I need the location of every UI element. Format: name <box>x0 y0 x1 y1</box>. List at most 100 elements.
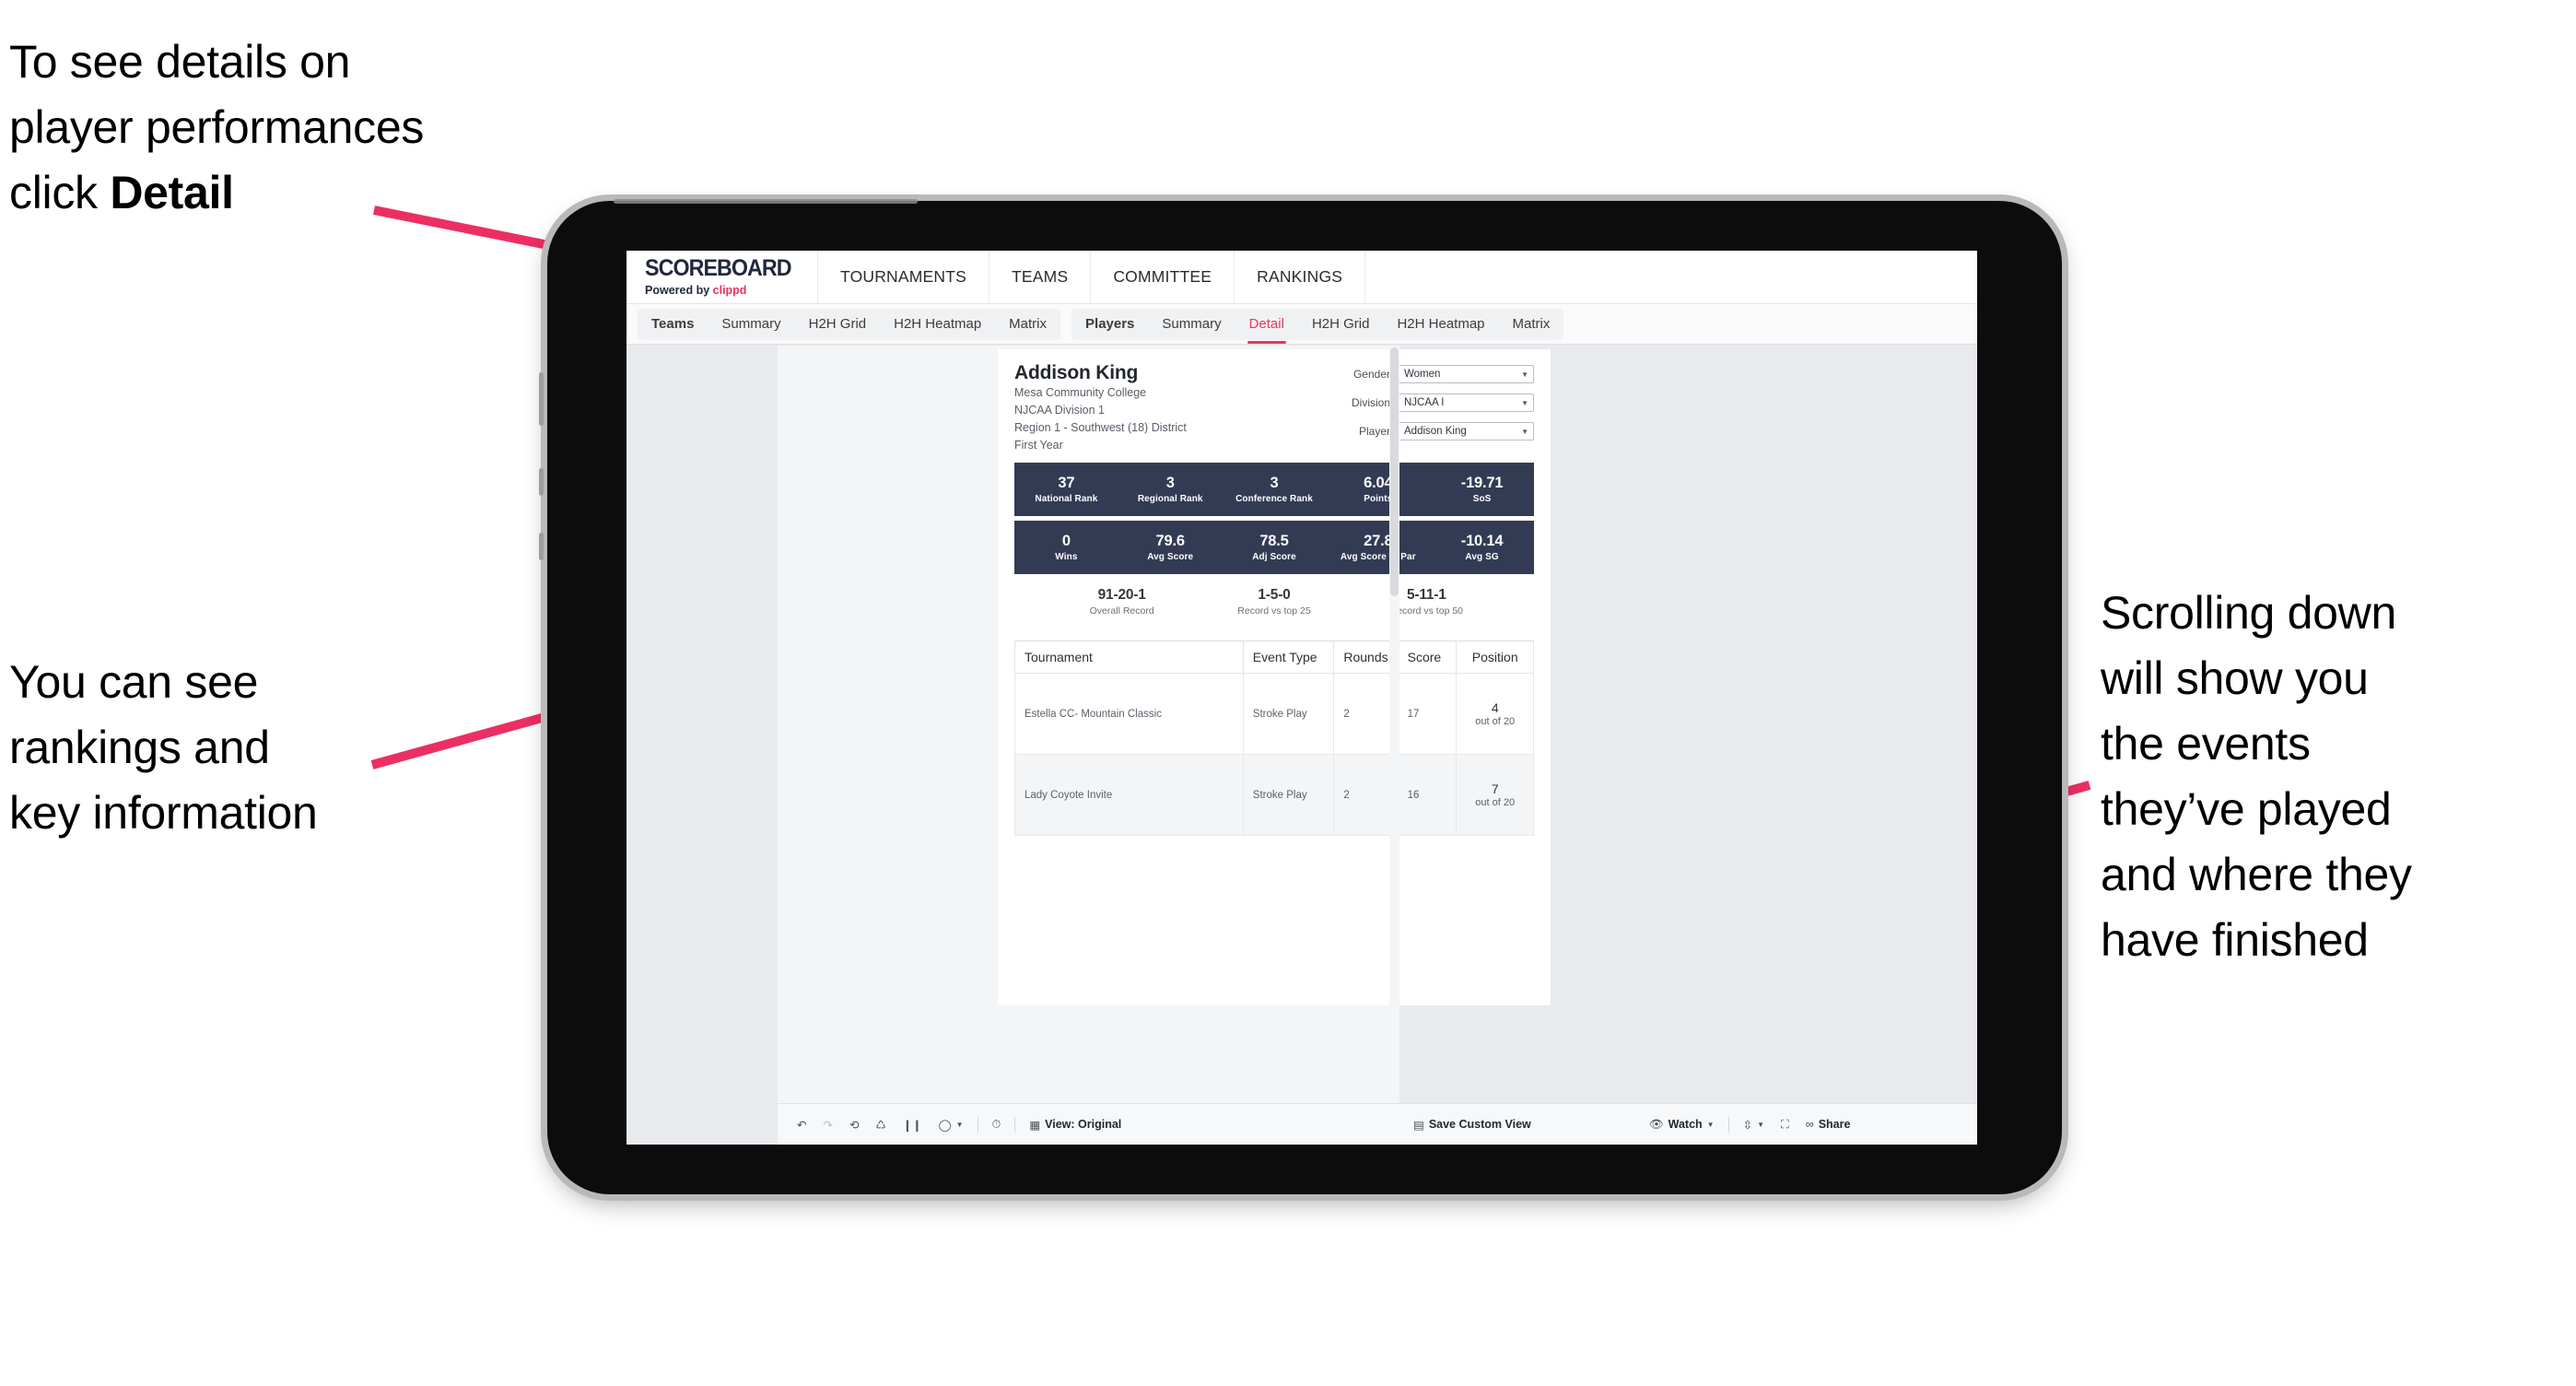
stat-value: 27.8 <box>1364 533 1393 550</box>
highlight-button[interactable]: ◯ ▼ <box>931 1118 972 1132</box>
tablet-button-2 <box>539 468 544 496</box>
player-school: Mesa Community College <box>1014 386 1147 399</box>
stat-label: Regional Rank <box>1137 493 1203 504</box>
fullscreen-button[interactable]: ⛶ <box>1773 1118 1797 1132</box>
tab-team-h2h-heatmap[interactable]: H2H Heatmap <box>880 309 995 340</box>
events-table-body: Estella CC- Mountain Classic Stroke Play… <box>1014 673 1534 836</box>
tab-team-summary[interactable]: Summary <box>708 309 794 340</box>
view-icon: ▦ <box>1029 1118 1041 1132</box>
chevron-down-icon: ▼ <box>1521 370 1528 379</box>
toolbar-divider <box>1727 1116 1729 1133</box>
tab-player-h2h-grid[interactable]: H2H Grid <box>1298 309 1384 340</box>
tab-teams-lead[interactable]: Teams <box>638 309 708 340</box>
player-name: Addison King <box>1014 362 1139 383</box>
download-button[interactable]: ⇳ ▼ <box>1735 1118 1773 1132</box>
filter-row-gender: Gender Women ▼ <box>1331 365 1534 383</box>
format-button[interactable]: ⏱ <box>984 1118 1010 1132</box>
tablet-volume-button <box>539 372 544 426</box>
col-header-score[interactable]: Score <box>1397 640 1458 674</box>
table-row[interactable]: Estella CC- Mountain Classic Stroke Play… <box>1014 673 1534 755</box>
download-icon: ⇳ <box>1742 1118 1753 1132</box>
record-vs-top-50: 5-11-1 Record vs top 50 <box>1351 587 1503 617</box>
nav-tournaments[interactable]: TOURNAMENTS <box>818 251 990 303</box>
revert-icon: ⟲ <box>849 1118 860 1132</box>
col-header-event-type[interactable]: Event Type <box>1242 640 1335 674</box>
stat-value: 3 <box>1270 475 1279 492</box>
record-label: Record vs top 25 <box>1237 605 1311 617</box>
redo-button[interactable]: ↷ <box>814 1118 840 1132</box>
fullscreen-icon: ⛶ <box>1781 1117 1789 1131</box>
vertical-scrollbar[interactable] <box>1389 346 1399 1103</box>
app-top-nav: SCOREBOARD Powered by clippd TOURNAMENTS… <box>626 251 1977 304</box>
tab-team-h2h-grid[interactable]: H2H Grid <box>795 309 881 340</box>
division-select[interactable]: NJCAA I ▼ <box>1398 393 1534 412</box>
powered-by-text: Powered by <box>645 284 713 297</box>
nav-committee[interactable]: COMMITTEE <box>1091 251 1235 303</box>
player-select[interactable]: Addison King ▼ <box>1398 422 1534 440</box>
col-header-position[interactable]: Position <box>1456 640 1534 674</box>
revert-button[interactable]: ⟲ <box>841 1118 867 1132</box>
tab-player-detail[interactable]: Detail <box>1235 309 1298 344</box>
col-header-rounds[interactable]: Rounds <box>1333 640 1399 674</box>
cell-tournament: Lady Coyote Invite <box>1014 754 1244 836</box>
col-header-tournament[interactable]: Tournament <box>1014 640 1244 674</box>
cell-rounds: 2 <box>1333 754 1399 836</box>
record-value: 1-5-0 <box>1258 587 1291 603</box>
chevron-down-icon: ▼ <box>1757 1120 1764 1129</box>
annotation-top-left: To see details on player performances cl… <box>9 29 636 226</box>
stat-label: Adj Score <box>1252 551 1296 562</box>
position-out-of: out of 20 <box>1475 716 1516 728</box>
stat-avg-score-to-par: 27.8 Avg Score to Par <box>1326 533 1430 561</box>
stat-label: Avg SG <box>1465 551 1499 562</box>
clock-icon: ⏱ <box>991 1117 1001 1131</box>
brand-logo[interactable]: SCOREBOARD Powered by clippd <box>626 251 818 303</box>
tab-player-h2h-heatmap[interactable]: H2H Heatmap <box>1383 309 1498 340</box>
view-original-button[interactable]: ▦ View: Original <box>1021 1118 1130 1132</box>
tab-team-matrix[interactable]: Matrix <box>995 309 1060 340</box>
tablet-button-3 <box>539 533 544 560</box>
stat-label: Points <box>1364 493 1393 504</box>
table-row[interactable]: Lady Coyote Invite Stroke Play 2 16 7 ou… <box>1014 754 1534 836</box>
nav-rankings[interactable]: RANKINGS <box>1235 251 1366 303</box>
tab-players-lead[interactable]: Players <box>1071 309 1148 340</box>
undo-button[interactable]: ↶ <box>789 1118 814 1132</box>
chevron-down-icon: ▼ <box>1706 1120 1715 1129</box>
share-icon: ∞ <box>1805 1118 1814 1131</box>
cell-score: 16 <box>1397 754 1458 836</box>
gender-select[interactable]: Women ▼ <box>1398 365 1534 383</box>
position-out-of: out of 20 <box>1475 797 1516 809</box>
table-header-row: Tournament Event Type Rounds Score Posit… <box>1014 640 1534 674</box>
refresh-button[interactable]: ♺ <box>867 1118 894 1132</box>
annotation-top-left-bold: Detail <box>110 167 234 218</box>
scrollbar-thumb[interactable] <box>1390 347 1399 596</box>
nav-teams[interactable]: TEAMS <box>989 251 1092 303</box>
screenshot-root: To see details on player performances cl… <box>0 0 2576 1386</box>
stat-avg-score: 79.6 Avg Score <box>1118 533 1223 561</box>
report-sheet: Addison King Mesa Community College NJCA… <box>778 346 1551 1103</box>
tablet-speaker <box>614 199 918 204</box>
lasso-icon: ◯ <box>938 1118 952 1132</box>
save-custom-view-button[interactable]: ▤ Save Custom View <box>1405 1118 1540 1132</box>
stat-national-rank: 37 National Rank <box>1014 475 1118 503</box>
share-label: Share <box>1818 1118 1851 1131</box>
cell-event-type: Stroke Play <box>1242 673 1335 755</box>
stat-label: SoS <box>1472 493 1492 504</box>
stat-wins: 0 Wins <box>1014 533 1118 561</box>
watch-button[interactable]: 👁 Watch ▼ <box>1641 1118 1723 1132</box>
annotation-right: Scrolling down will show you the events … <box>2101 587 2412 966</box>
record-label: Record vs top 50 <box>1389 605 1464 617</box>
events-table: Tournament Event Type Rounds Score Posit… <box>1014 640 1534 836</box>
filter-label-player: Player <box>1358 425 1390 438</box>
events-table-head: Tournament Event Type Rounds Score Posit… <box>1014 640 1534 674</box>
record-label: Overall Record <box>1089 605 1154 617</box>
record-value: 5-11-1 <box>1406 587 1446 603</box>
player-year: First Year <box>1014 439 1063 452</box>
pause-updates-button[interactable]: ❙❙ <box>895 1118 931 1132</box>
chevron-down-icon: ▼ <box>955 1120 964 1129</box>
stat-value: 0 <box>1061 533 1071 550</box>
tab-player-matrix[interactable]: Matrix <box>1499 309 1564 340</box>
tab-player-summary[interactable]: Summary <box>1148 309 1235 340</box>
chevron-down-icon: ▼ <box>1521 398 1528 407</box>
share-button[interactable]: ∞ Share <box>1797 1118 1859 1131</box>
save-label: Save Custom View <box>1428 1118 1531 1131</box>
